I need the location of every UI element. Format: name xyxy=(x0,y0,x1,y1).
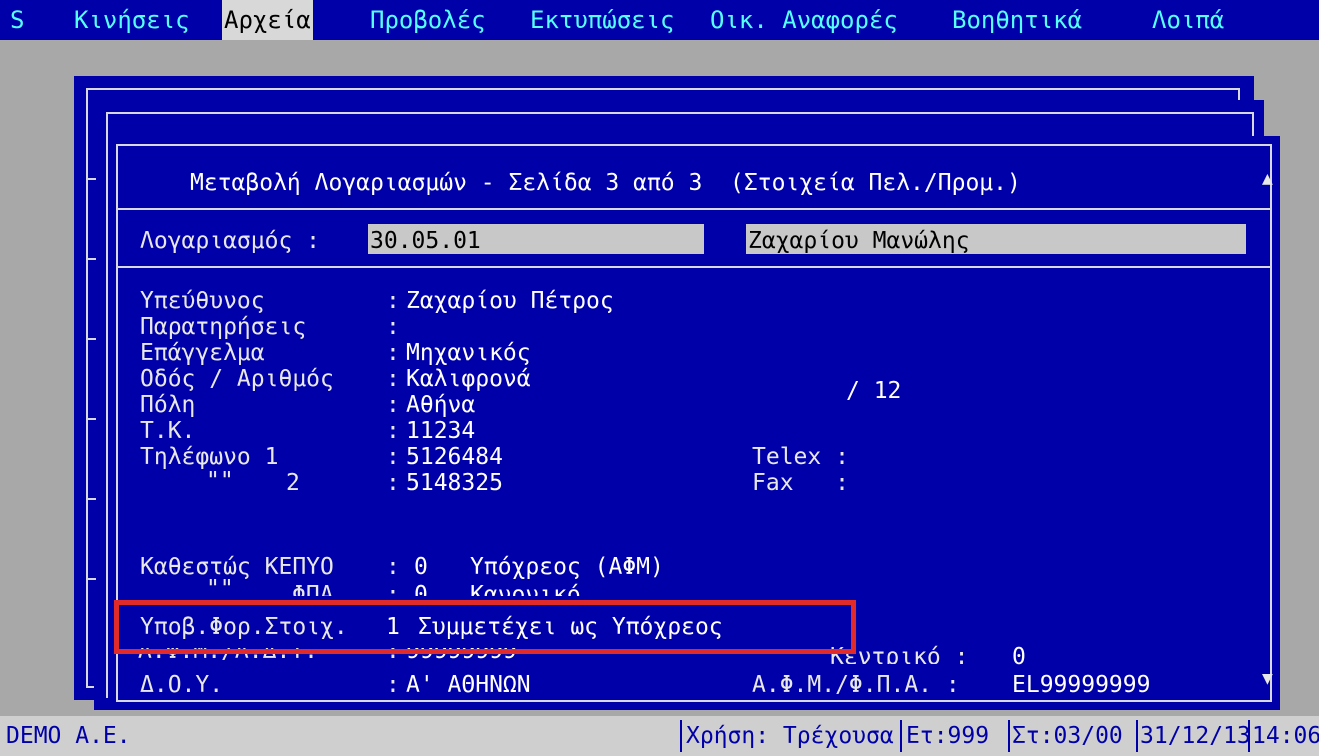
status-separator xyxy=(680,720,682,752)
value-vat[interactable]: 0 xyxy=(414,582,428,596)
colon: : xyxy=(386,340,400,366)
colon: : xyxy=(386,554,400,580)
window-title: Μεταβολή Λογαριασμών - Σελίδα 3 από 3 (Σ… xyxy=(190,170,1021,196)
account-code-value: 30.05.01 xyxy=(370,228,481,254)
colon: : xyxy=(386,366,400,392)
account-name-value: Ζαχαρίου Μανώλης xyxy=(748,228,970,254)
value-street-number[interactable]: / 12 xyxy=(846,378,901,404)
account-label: Λογαριασμός : xyxy=(140,228,321,254)
colon: : xyxy=(386,392,400,418)
value-zip[interactable]: 11234 xyxy=(406,418,475,444)
status-separator xyxy=(900,720,902,752)
menu-item-voithitika[interactable]: Βοηθητικά xyxy=(950,0,1084,40)
frame-tick xyxy=(86,578,96,580)
value-doy[interactable]: Α' ΑΘΗΝΩΝ xyxy=(406,672,531,698)
triangle-up-icon[interactable]: ▲ xyxy=(1262,168,1273,189)
frame-tick xyxy=(86,498,96,500)
status-company: DEMO A.E. xyxy=(6,723,131,749)
value-phone1[interactable]: 5126484 xyxy=(406,444,503,470)
desc-vat: Κανονικό xyxy=(470,582,581,596)
colon: : xyxy=(386,470,400,496)
label-telex: Telex : xyxy=(752,444,849,470)
menu-item-provoles[interactable]: Προβολές xyxy=(368,0,488,40)
menu-item-kiniseis[interactable]: Κινήσεις xyxy=(72,0,192,40)
colon: : xyxy=(386,288,400,314)
value-street[interactable]: Καλιφρονά xyxy=(406,366,531,392)
label-vat: ΦΠΑ xyxy=(292,582,334,596)
title-separator xyxy=(116,208,1272,210)
frame-tick xyxy=(86,338,96,340)
account-separator xyxy=(116,266,1272,268)
label-fax: Fax : xyxy=(752,470,849,496)
colon: : xyxy=(386,582,400,596)
desc-kepyo: Υπόχρεος (ΑΦΜ) xyxy=(470,554,664,580)
value-central[interactable]: 0 xyxy=(1012,644,1026,670)
colon: : xyxy=(386,314,400,340)
value-responsible[interactable]: Ζαχαρίου Πέτρος xyxy=(406,288,614,314)
status-bar: DEMO A.E. Χρήση: Τρέχουσα Ετ:999 Στ:03/0… xyxy=(0,716,1319,756)
label-kepyo: Καθεστώς ΚΕΠΥΟ xyxy=(140,554,334,580)
status-fiscal-use: Χρήση: Τρέχουσα xyxy=(686,723,894,749)
status-date: 31/12/13 xyxy=(1140,723,1251,749)
frame-tick xyxy=(86,178,96,180)
frame-tick xyxy=(86,258,96,260)
colon: : xyxy=(386,672,400,698)
menu-bar: S Κινήσεις Αρχεία Προβολές Εκτυπώσεις Οι… xyxy=(0,0,1319,40)
status-separator xyxy=(1248,720,1250,752)
value-afm-vat[interactable]: EL99999999 xyxy=(1012,672,1150,698)
annotation-highlight-box xyxy=(114,600,856,654)
colon: : xyxy=(386,418,400,444)
value-city[interactable]: Αθήνα xyxy=(406,392,475,418)
menu-item-oik-anafores[interactable]: Οικ. Αναφορές xyxy=(708,0,900,40)
label-responsible: Υπεύθυνος xyxy=(140,288,265,314)
label-zip: Τ.Κ. xyxy=(140,418,196,444)
status-time: 14:06 xyxy=(1252,723,1319,749)
status-separator xyxy=(1008,720,1010,752)
label-profession: Επάγγελμα xyxy=(140,340,265,366)
value-phone2[interactable]: 5148325 xyxy=(406,470,503,496)
menu-item-ektyposeis[interactable]: Εκτυπώσεις xyxy=(528,0,677,40)
label-phone2-ditto: "" xyxy=(206,468,234,494)
label-remarks: Παρατηρήσεις xyxy=(140,314,307,340)
vat-row-clip: "" ΦΠΑ : 0 Κανονικό xyxy=(130,578,850,596)
label-phone2: 2 xyxy=(286,470,300,496)
menu-item-loipa[interactable]: Λοιπά xyxy=(1150,0,1226,40)
triangle-down-icon[interactable]: ▼ xyxy=(1262,668,1273,689)
frame-tick xyxy=(86,418,96,420)
colon: : xyxy=(386,444,400,470)
label-phone1: Τηλέφωνο 1 xyxy=(140,444,279,470)
value-profession[interactable]: Μηχανικός xyxy=(406,340,531,366)
status-st: Στ:03/00 xyxy=(1012,723,1123,749)
label-afm-vat: Α.Φ.Μ./Φ.Π.Α. : xyxy=(752,672,960,698)
label-street: Οδός / Αριθμός xyxy=(140,366,334,392)
menu-item-s[interactable]: S xyxy=(8,0,26,40)
status-separator xyxy=(1136,720,1138,752)
label-doy: Δ.Ο.Υ. xyxy=(140,672,224,698)
value-kepyo[interactable]: 0 xyxy=(414,554,428,580)
status-et: Ετ:999 xyxy=(906,723,990,749)
label-vat-ditto: "" xyxy=(206,578,234,596)
label-city: Πόλη xyxy=(140,392,196,418)
menu-item-arxeia[interactable]: Αρχεία xyxy=(222,0,313,40)
